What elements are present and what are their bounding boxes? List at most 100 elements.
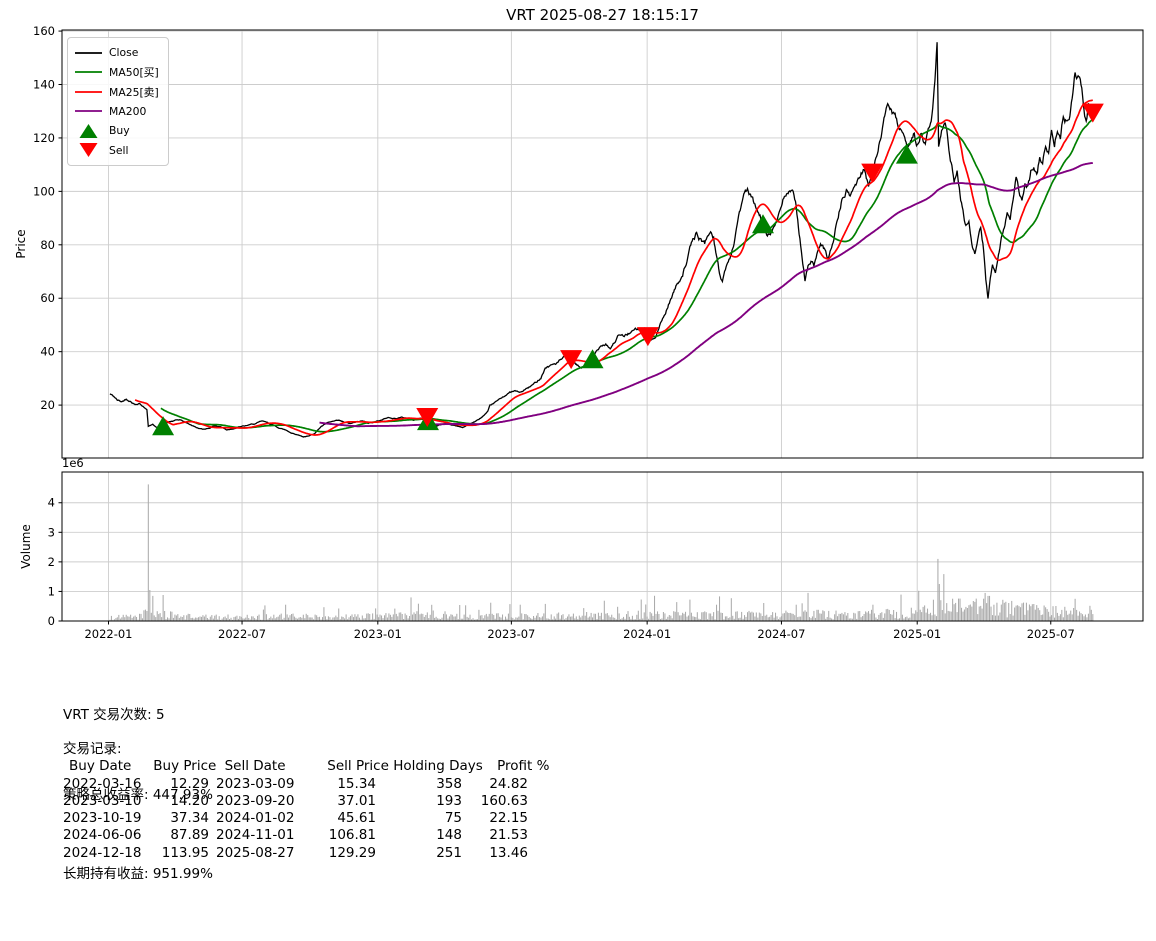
volume-bar	[421, 614, 422, 621]
volume-bar	[341, 617, 342, 622]
volume-bar	[790, 613, 791, 621]
volume-bar	[312, 618, 313, 622]
stat-buyhold-return: 长期持有收益: 951.99%	[63, 861, 213, 888]
volume-bar	[443, 614, 444, 621]
volume-bar	[619, 613, 620, 621]
volume-bar	[688, 616, 689, 622]
volume-bar	[749, 611, 750, 621]
trade-cell: 2023-09-20	[209, 793, 308, 810]
volume-bar	[118, 615, 119, 621]
volume-bar	[511, 617, 512, 621]
volume-bar	[858, 611, 859, 621]
trade-cell: 13.46	[462, 845, 528, 862]
volume-bar	[719, 596, 720, 621]
volume-bar	[974, 602, 975, 621]
buy-marker	[752, 214, 774, 233]
volume-bar	[111, 616, 112, 621]
ma200-line	[320, 163, 1093, 426]
volume-bar	[290, 615, 291, 621]
volume-bar	[641, 600, 642, 622]
volume-bar	[186, 615, 187, 621]
triangle-up-icon	[75, 122, 102, 140]
volume-bar	[459, 605, 460, 621]
volume-bar	[1054, 618, 1055, 621]
volume-bar	[1032, 604, 1033, 621]
volume-bar	[298, 618, 299, 621]
volume-bar	[920, 610, 921, 621]
volume-bar	[780, 617, 781, 621]
volume-bar	[999, 613, 1000, 622]
volume-bar	[1013, 616, 1014, 621]
volume-bar	[551, 614, 552, 621]
volume-bar	[202, 615, 203, 621]
volume-bar	[970, 605, 971, 622]
volume-bar	[793, 614, 794, 621]
volume-bar	[117, 617, 118, 621]
volume-bar	[163, 595, 164, 621]
volume-bar	[847, 613, 848, 621]
volume-bar	[673, 611, 674, 621]
volume-bar	[515, 617, 516, 621]
volume-bar	[542, 616, 543, 621]
volume-bar	[161, 617, 162, 621]
volume-bar	[923, 607, 924, 621]
volume-bar	[1072, 614, 1073, 621]
volume-bar	[658, 614, 659, 621]
date-tick-label: 2022-01	[84, 627, 132, 641]
volume-bar	[1004, 603, 1005, 621]
volume-bar	[912, 613, 913, 621]
volume-bar	[157, 611, 158, 621]
volume-bar	[576, 616, 577, 621]
volume-panel-border	[62, 472, 1143, 621]
volume-bar	[170, 611, 171, 621]
volume-bar	[753, 613, 754, 621]
volume-bar	[130, 615, 131, 621]
volume-bar	[585, 616, 586, 621]
volume-bar	[782, 614, 783, 622]
volume-bar	[731, 598, 732, 621]
volume-bar	[901, 595, 902, 621]
volume-bar	[183, 615, 184, 621]
trades-block: 交易记录: Buy Date Buy Price Sell Date Sell …	[63, 741, 549, 862]
volume-bar	[453, 617, 454, 622]
volume-bar	[812, 616, 813, 621]
volume-bar	[917, 612, 918, 621]
volume-bar	[1053, 606, 1054, 621]
volume-bar	[784, 613, 785, 621]
volume-bar	[276, 617, 277, 621]
volume-bar	[126, 615, 127, 621]
volume-bar	[394, 609, 395, 621]
volume-bar	[151, 613, 152, 621]
volume-bar	[788, 613, 789, 621]
volume-bar	[961, 608, 962, 621]
volume-bar	[988, 596, 989, 621]
volume-bar	[599, 616, 600, 621]
volume-bar	[1086, 617, 1087, 621]
volume-bar	[819, 613, 820, 621]
volume-bar	[1081, 613, 1082, 621]
volume-bar	[378, 617, 379, 621]
volume-bar	[1047, 609, 1048, 621]
volume-bar	[121, 617, 122, 621]
volume-bar	[902, 615, 903, 621]
trade-cell: 15.34	[308, 776, 376, 793]
volume-bar	[357, 614, 358, 621]
volume-bar	[998, 616, 999, 622]
volume-bar	[393, 614, 394, 621]
trade-cell: 358	[376, 776, 462, 793]
trades-heading: 交易记录:	[63, 741, 549, 758]
volume-bar	[890, 614, 891, 621]
price-panel-border	[62, 30, 1143, 458]
volume-bar	[800, 617, 801, 621]
volume-bar	[884, 613, 885, 621]
volume-bar	[433, 611, 434, 622]
col-buy-price: Buy Price	[153, 758, 213, 775]
volume-bar	[1008, 603, 1009, 621]
volume-bar	[430, 615, 431, 621]
volume-bar	[228, 615, 229, 622]
volume-bar	[750, 613, 751, 622]
trades-header-row: Buy Date Buy Price Sell Date Sell Price …	[63, 758, 549, 775]
volume-bar	[563, 614, 564, 621]
volume-bar	[136, 617, 137, 621]
volume-bar	[763, 603, 764, 621]
